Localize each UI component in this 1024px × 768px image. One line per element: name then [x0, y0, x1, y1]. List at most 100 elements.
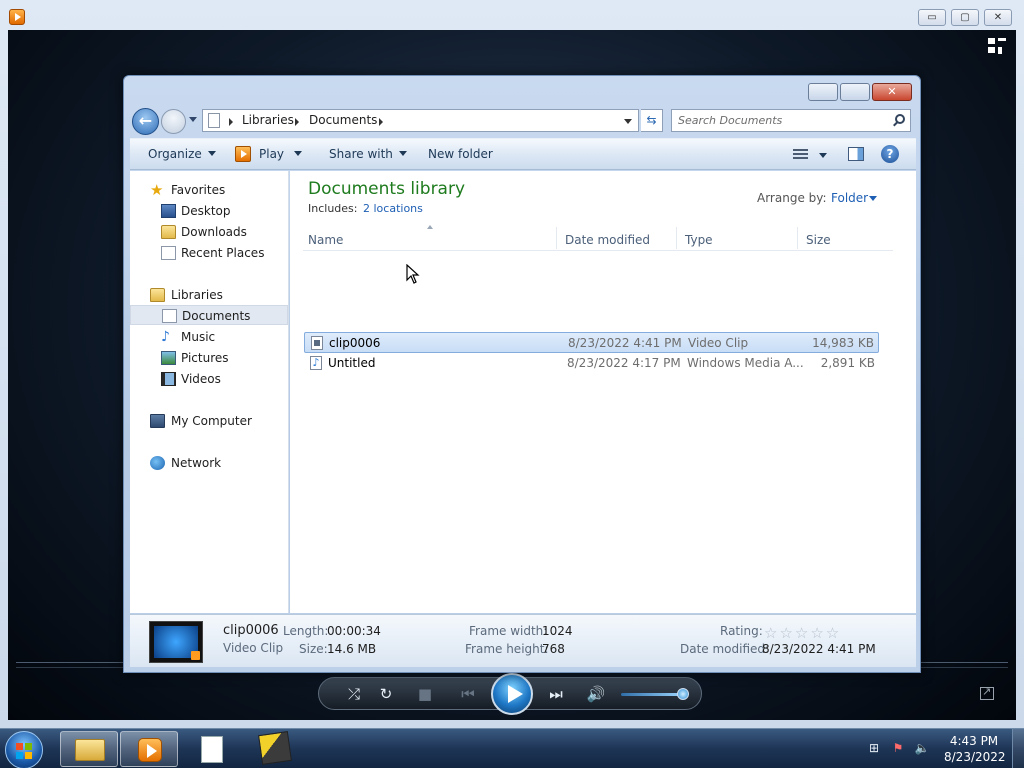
- nav-music[interactable]: ♪ Music: [130, 327, 288, 347]
- downloads-folder-icon: [161, 225, 176, 239]
- column-divider[interactable]: [556, 227, 557, 249]
- switch-to-library-icon[interactable]: [988, 38, 1006, 54]
- column-divider[interactable]: [676, 227, 677, 249]
- column-date-modified[interactable]: Date modified: [565, 233, 650, 247]
- length-label: Length:: [283, 624, 329, 638]
- rating-stars[interactable]: ☆☆☆☆☆: [764, 624, 841, 642]
- volume-icon[interactable]: 🔊: [585, 684, 607, 705]
- play-button[interactable]: [491, 673, 533, 715]
- forward-button[interactable]: [161, 109, 186, 134]
- nav-label: Documents: [182, 309, 251, 323]
- taskbar-clock[interactable]: 4:43 PM 8/23/2022: [944, 733, 1006, 765]
- frame-width-value: 1024: [542, 624, 573, 638]
- documents-icon: [162, 309, 177, 323]
- breadcrumb-documents[interactable]: Documents: [309, 113, 377, 127]
- volume-tray-icon[interactable]: 🔈: [914, 740, 930, 756]
- search-icon[interactable]: [895, 114, 905, 124]
- shuffle-icon[interactable]: ⤮: [343, 684, 365, 705]
- player-minimize-button[interactable]: ▭: [918, 9, 946, 26]
- command-bar: Organize Play Share with New folder ?: [130, 138, 916, 170]
- library-title: Documents library: [308, 179, 466, 199]
- volume-slider[interactable]: [621, 693, 685, 696]
- taskbar-document-icon[interactable]: [201, 736, 223, 763]
- start-button[interactable]: [5, 731, 43, 768]
- open-file-dialog: ✕ ← Libraries Documents ⇆ Organize Play …: [123, 75, 921, 673]
- dialog-maximize-button[interactable]: [840, 83, 870, 101]
- media-player-titlebar[interactable]: ▭ ▢ ✕: [0, 0, 1024, 30]
- share-with-label: Share with: [329, 147, 393, 161]
- arrange-by-dropdown[interactable]: Folder: [831, 191, 868, 205]
- address-dropdown-icon[interactable]: [624, 119, 632, 124]
- nav-label: Downloads: [181, 225, 247, 239]
- taskbar-movie-maker-icon[interactable]: [258, 731, 292, 765]
- nav-label: Libraries: [171, 288, 223, 302]
- nav-favorites[interactable]: ★ Favorites: [130, 180, 288, 200]
- new-folder-button[interactable]: New folder: [428, 147, 493, 161]
- audio-file-icon: ♪: [310, 356, 322, 370]
- includes-locations-link[interactable]: 2 locations: [363, 202, 423, 215]
- share-with-button[interactable]: Share with: [329, 147, 407, 161]
- nav-pictures[interactable]: Pictures: [130, 348, 288, 368]
- taskbar-explorer-button[interactable]: [60, 731, 118, 767]
- file-row-untitled[interactable]: ♪ Untitled 8/23/2022 4:17 PM Windows Med…: [304, 353, 879, 374]
- nav-label: Videos: [181, 372, 221, 386]
- breadcrumb-libraries[interactable]: Libraries: [242, 113, 294, 127]
- breadcrumb-separator-icon[interactable]: [229, 118, 233, 126]
- organize-label: Organize: [148, 147, 202, 161]
- play-button-menu[interactable]: Play: [259, 147, 303, 161]
- nav-my-computer[interactable]: My Computer: [130, 411, 288, 431]
- previous-icon[interactable]: ⏮: [453, 684, 483, 705]
- nav-libraries[interactable]: Libraries: [130, 285, 288, 305]
- date-modified-value: 8/23/2022 4:41 PM: [762, 642, 876, 656]
- system-tray: ⊞ ⚑ 🔈: [866, 740, 936, 758]
- search-box[interactable]: [671, 109, 911, 132]
- dialog-close-button[interactable]: ✕: [872, 83, 912, 101]
- help-icon[interactable]: ?: [881, 145, 899, 163]
- folder-icon: [75, 739, 105, 761]
- file-date: 8/23/2022 4:41 PM: [568, 336, 682, 350]
- libraries-icon: [150, 288, 165, 302]
- file-row-clip0006[interactable]: clip0006 8/23/2022 4:41 PM Video Clip 14…: [304, 332, 879, 353]
- search-input[interactable]: [678, 112, 883, 129]
- breadcrumb-separator-icon[interactable]: [379, 118, 383, 126]
- column-divider[interactable]: [797, 227, 798, 249]
- size-value: 14.6 MB: [327, 642, 377, 656]
- nav-network[interactable]: Network: [130, 453, 288, 473]
- action-center-tray-icon[interactable]: ⚑: [890, 740, 906, 756]
- recent-pages-dropdown-icon[interactable]: [189, 117, 197, 122]
- player-maximize-button[interactable]: ▢: [951, 9, 979, 26]
- frame-height-label: Frame height:: [465, 642, 549, 656]
- taskbar-media-player-button[interactable]: [120, 731, 178, 767]
- dialog-minimize-button[interactable]: [808, 83, 838, 101]
- file-type: Windows Media A...: [687, 356, 804, 370]
- more-options-icon[interactable]: [819, 153, 827, 158]
- nav-videos[interactable]: Videos: [130, 369, 288, 389]
- video-file-icon: [311, 336, 323, 350]
- network-tray-icon[interactable]: ⊞: [866, 740, 882, 756]
- player-close-button[interactable]: ✕: [984, 9, 1012, 26]
- next-icon[interactable]: ⏭: [541, 684, 571, 705]
- nav-desktop[interactable]: Desktop: [130, 201, 288, 221]
- column-headers: Name Date modified Type Size: [303, 224, 893, 251]
- arrange-by-chevron-icon[interactable]: [869, 196, 877, 201]
- repeat-icon[interactable]: ↻: [375, 684, 397, 705]
- nav-recent-places[interactable]: Recent Places: [130, 243, 288, 263]
- back-button[interactable]: ←: [132, 108, 159, 135]
- column-type[interactable]: Type: [685, 233, 713, 247]
- nav-documents[interactable]: Documents: [130, 305, 288, 325]
- nav-downloads[interactable]: Downloads: [130, 222, 288, 242]
- full-screen-icon[interactable]: [980, 685, 994, 700]
- stop-icon[interactable]: ■: [415, 684, 435, 705]
- change-view-icon[interactable]: [793, 149, 808, 160]
- column-size[interactable]: Size: [806, 233, 831, 247]
- play-icon: [235, 146, 251, 162]
- column-name[interactable]: Name: [308, 233, 343, 247]
- organize-button[interactable]: Organize: [148, 147, 216, 161]
- refresh-icon[interactable]: ⇆: [641, 109, 663, 132]
- address-bar[interactable]: Libraries Documents: [202, 109, 639, 132]
- volume-slider-knob[interactable]: [677, 688, 689, 700]
- preview-pane-icon[interactable]: [848, 147, 864, 161]
- show-desktop-button[interactable]: [1012, 729, 1024, 768]
- network-icon: [150, 456, 165, 470]
- breadcrumb-separator-icon[interactable]: [295, 118, 299, 126]
